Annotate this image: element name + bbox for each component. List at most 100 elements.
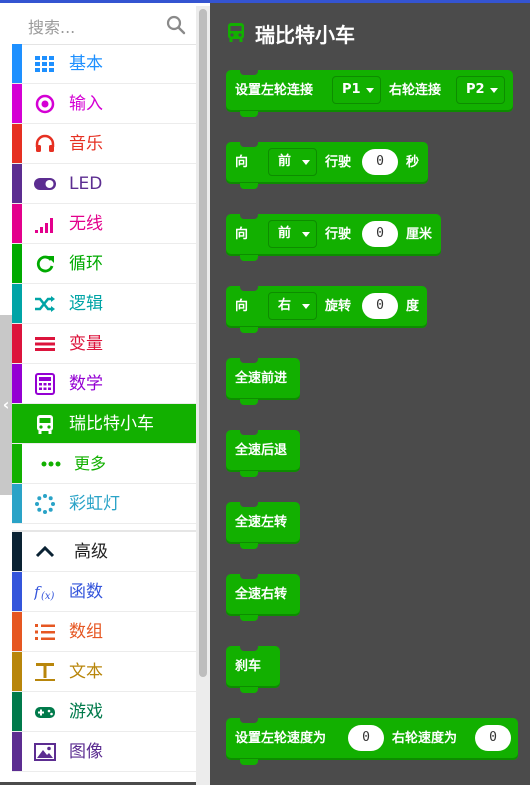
category-game[interactable]: 游戏 (12, 692, 196, 732)
right-speed-input[interactable]: 0 (475, 725, 511, 751)
loop-icon (36, 255, 54, 273)
block-full-right[interactable]: 全速右转 (226, 573, 300, 621)
right-pin-dropdown[interactable]: P2 (456, 76, 505, 104)
block-text: 向 (235, 227, 249, 242)
category-text[interactable]: 文本 (12, 652, 196, 692)
block-text: 右轮连接 (389, 83, 442, 98)
block-drive-cm[interactable]: 向 前 行驶 0 厘米 (226, 213, 441, 261)
text-icon (35, 663, 55, 681)
list-lines-icon (35, 337, 55, 351)
left-pin-dropdown[interactable]: P1 (332, 76, 381, 104)
block-text: 度 (406, 299, 420, 314)
category-rabbit-car[interactable]: 瑞比特小车 (12, 404, 196, 444)
category-radio[interactable]: 无线 (12, 204, 196, 244)
block-set-wheel-pins[interactable]: 设置左轮连接 P1 右轮连接 P2 (226, 69, 513, 117)
category-variables[interactable]: 变量 (12, 324, 196, 364)
direction-dropdown[interactable]: 前 (268, 148, 317, 176)
category-led[interactable]: LED (12, 164, 196, 204)
bus-icon (37, 415, 53, 434)
block-text: 刹车 (235, 659, 262, 674)
distance-input[interactable]: 0 (362, 221, 398, 247)
category-label: 音乐 (69, 134, 103, 154)
block-full-backward[interactable]: 全速后退 (226, 429, 300, 477)
headphones-icon (35, 134, 55, 152)
calculator-icon (35, 373, 55, 395)
chevron-down-icon (366, 88, 374, 93)
category-images[interactable]: 图像 (12, 732, 196, 772)
degrees-input[interactable]: 0 (362, 293, 398, 319)
block-text: 设置左轮速度为 (235, 731, 327, 746)
block-text: 向 (235, 299, 249, 314)
target-icon (35, 94, 55, 114)
block-full-forward[interactable]: 全速前进 (226, 357, 300, 405)
search-icon[interactable] (166, 15, 186, 35)
chevron-down-icon (302, 160, 310, 165)
category-color-bar (12, 284, 22, 323)
category-rainbow-led[interactable]: 彩虹灯 (12, 484, 196, 524)
category-color-bar (12, 444, 22, 483)
block-text: 右轮速度为 (392, 731, 458, 746)
rotate-direction-dropdown[interactable]: 右 (268, 292, 317, 320)
category-label: 高级 (74, 542, 108, 562)
category-basic[interactable]: 基本 (12, 44, 196, 84)
category-loops[interactable]: 循环 (12, 244, 196, 284)
category-label: 基本 (69, 54, 103, 74)
image-icon (34, 743, 56, 761)
category-color-bar (12, 364, 22, 403)
category-label: 输入 (69, 94, 103, 114)
block-brake[interactable]: 刹车 (226, 645, 280, 693)
category-list: 基本 输入 音乐 LED 无线 循环 逻辑 变量 数学 瑞比特小车 更多 彩虹灯… (12, 44, 196, 772)
flyout-title-text: 瑞比特小车 (255, 23, 355, 47)
category-more[interactable]: 更多 (12, 444, 196, 484)
category-logic[interactable]: 逻辑 (12, 284, 196, 324)
bus-icon (228, 23, 244, 42)
category-color-bar (12, 652, 22, 691)
block-full-left[interactable]: 全速左转 (226, 501, 300, 549)
block-text: 行驶 (325, 227, 352, 242)
category-math[interactable]: 数学 (12, 364, 196, 404)
toolbox-search[interactable]: 搜索... (12, 6, 196, 45)
block-text: 向 (235, 155, 249, 170)
category-color-bar (12, 612, 22, 651)
function-icon: f (x) (34, 583, 55, 602)
chevron-down-icon (490, 88, 498, 93)
category-color-bar (12, 732, 22, 771)
category-arrays[interactable]: 数组 (12, 612, 196, 652)
category-label: 循环 (69, 254, 103, 274)
chevron-down-icon (302, 304, 310, 309)
category-color-bar (12, 204, 22, 243)
category-music[interactable]: 音乐 (12, 124, 196, 164)
block-text: 全速右转 (235, 587, 288, 602)
category-color-bar (12, 404, 22, 443)
block-text: 厘米 (406, 227, 433, 242)
block-rotate-degrees[interactable]: 向 右 旋转 0 度 (226, 285, 427, 333)
category-label: 图像 (69, 742, 103, 762)
toolbox-sidebar: 搜索... 基本 输入 音乐 LED 无线 循环 逻辑 变量 数学 瑞比特小车 … (0, 3, 210, 785)
left-speed-input[interactable]: 0 (348, 725, 384, 751)
direction-dropdown[interactable]: 前 (268, 220, 317, 248)
category-color-bar (12, 244, 22, 283)
search-input[interactable]: 搜索... (28, 14, 75, 38)
category-advanced[interactable]: 高级 (12, 532, 196, 572)
category-label: 函数 (69, 582, 103, 602)
chevron-down-icon (302, 232, 310, 237)
gamepad-icon (35, 707, 55, 718)
block-set-wheel-speed[interactable]: 设置左轮速度为 0 右轮速度为 0 (226, 717, 518, 765)
block-text: 全速左转 (235, 515, 288, 530)
category-label: 逻辑 (69, 294, 103, 314)
category-label: 更多 (74, 454, 107, 473)
category-functions[interactable]: f (x) 函数 (12, 572, 196, 612)
category-input[interactable]: 输入 (12, 84, 196, 124)
numbered-list-icon (35, 624, 55, 640)
seconds-input[interactable]: 0 (362, 149, 398, 175)
category-label: 瑞比特小车 (69, 414, 154, 434)
block-drive-seconds[interactable]: 向 前 行驶 0 秒 (226, 141, 428, 189)
block-text: 设置左轮连接 (235, 83, 314, 98)
chevron-left-icon[interactable]: ‹ (0, 395, 12, 415)
toolbox-scrollbar-thumb[interactable] (199, 9, 207, 677)
category-separator (12, 524, 196, 532)
chevron-up-icon (35, 545, 55, 558)
svg-text:(x): (x) (41, 591, 55, 602)
block-text: 全速后退 (235, 443, 288, 458)
toggle-icon (34, 178, 56, 190)
